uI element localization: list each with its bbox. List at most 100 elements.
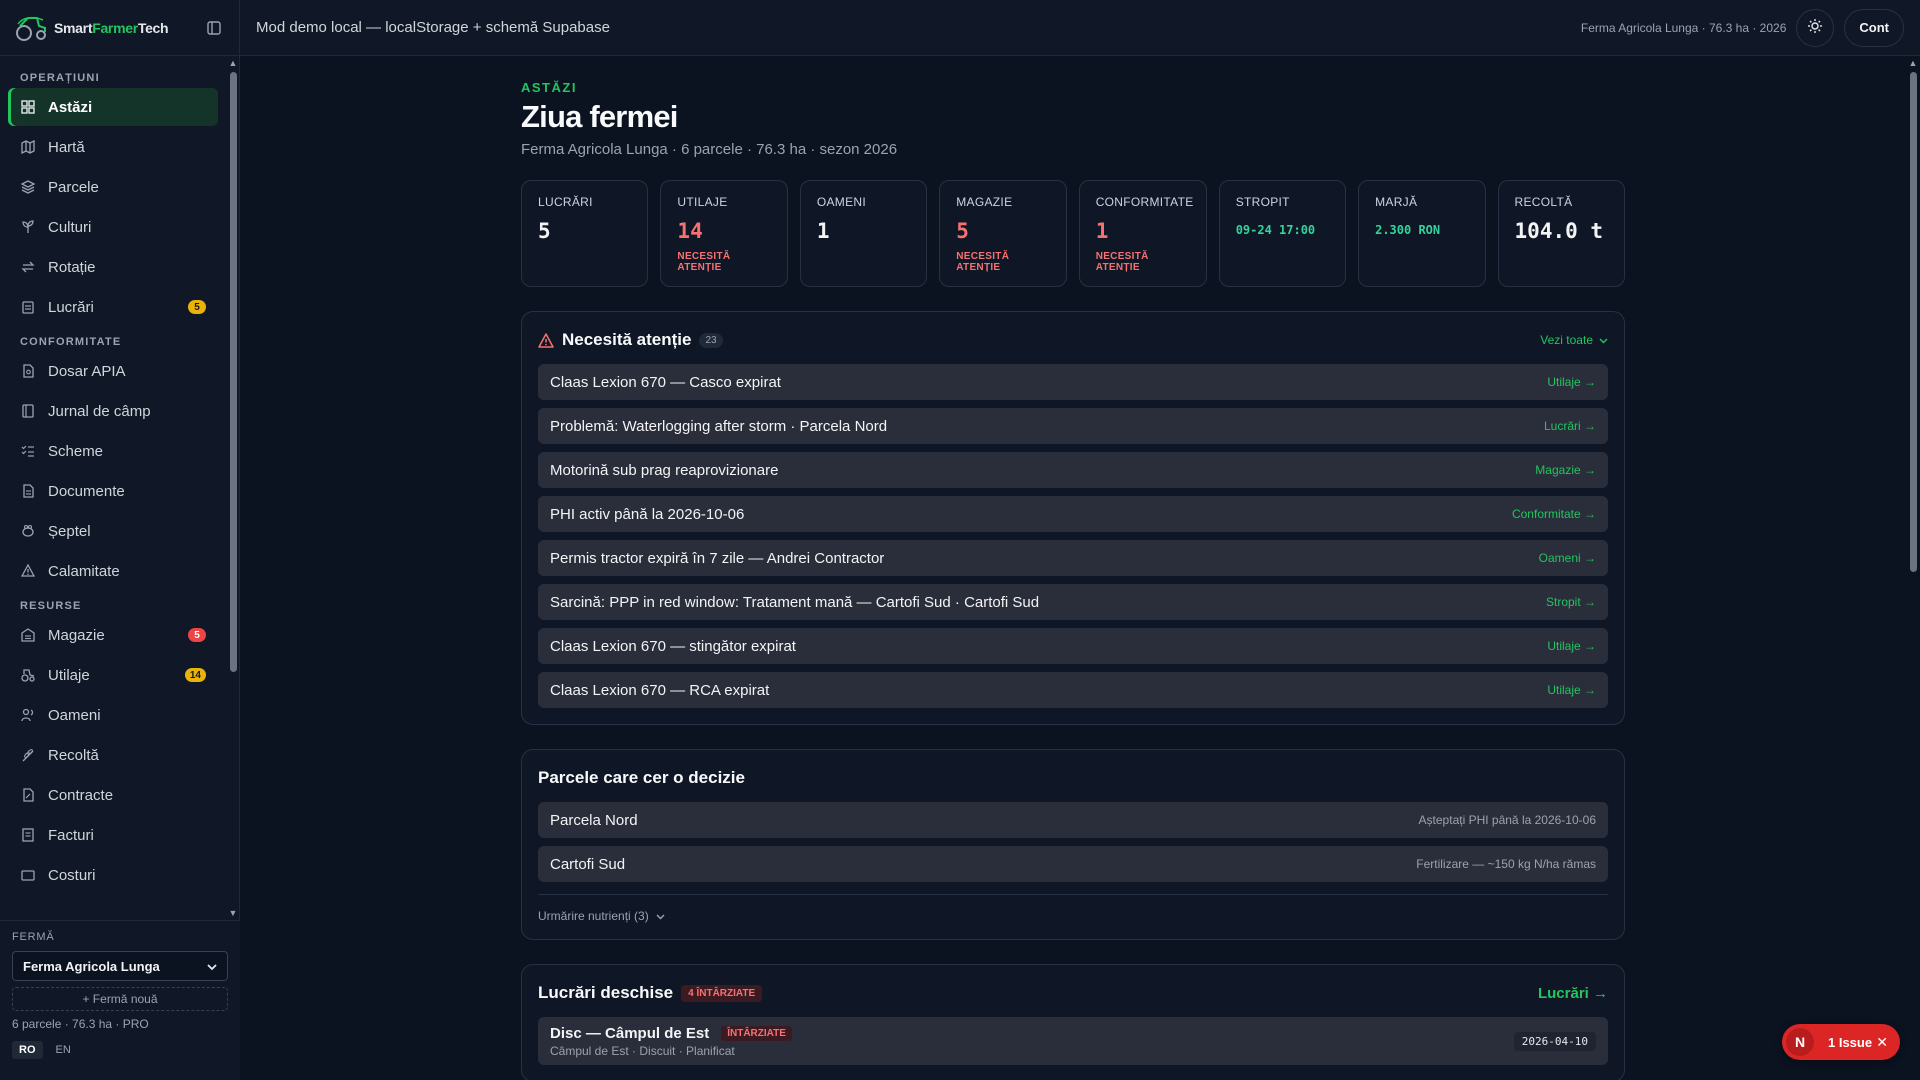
nutrient-tracking-toggle[interactable]: Urmărire nutrienți (3) xyxy=(538,909,1608,923)
attention-card: Necesită atenție 23 Vezi toate Claas Lex… xyxy=(521,311,1625,725)
sidebar-item-label: Utilaje xyxy=(48,666,90,684)
page-subtitle: Ferma Agricola Lunga · 6 parcele · 76.3 … xyxy=(521,141,898,158)
attention-item[interactable]: Claas Lexion 670 — Casco expirat Utilaje… xyxy=(538,364,1608,400)
sidebar-item-dosar-apia[interactable]: Dosar APIA xyxy=(8,352,218,390)
kpi-label: MARJĂ xyxy=(1375,195,1418,209)
farm-select[interactable]: Ferma Agricola Lunga xyxy=(12,951,228,981)
attention-item[interactable]: Sarcină: PPP in red window: Tratament ma… xyxy=(538,584,1608,620)
farm-select-value: Ferma Agricola Lunga xyxy=(23,958,160,974)
attention-item-link[interactable]: Utilaje → xyxy=(1547,375,1596,389)
attention-item-text: Claas Lexion 670 — RCA expirat xyxy=(550,681,770,699)
see-all-label: Vezi toate xyxy=(1540,333,1593,347)
sidebar-item-facturi[interactable]: Facturi xyxy=(8,816,218,854)
open-work-card-title: Lucrări deschise xyxy=(538,983,674,1002)
chevron-down-icon xyxy=(652,909,665,923)
sidebar-item-lucrari[interactable]: Lucrări 5 xyxy=(8,288,218,326)
attention-item[interactable]: Claas Lexion 670 — RCA expirat Utilaje → xyxy=(538,672,1608,708)
sidebar-scrollbar[interactable]: ▲ ▼ xyxy=(226,56,240,920)
attention-item-link[interactable]: Magazie → xyxy=(1535,463,1596,477)
sidebar-item-culturi[interactable]: Culturi xyxy=(8,208,218,246)
scroll-up-icon[interactable]: ▲ xyxy=(226,56,240,70)
kpi-card-utilaje[interactable]: UTILAJE 14 NECESITĂ ATENȚIE xyxy=(660,180,788,287)
sidebar-item-utilaje[interactable]: Utilaje 14 xyxy=(8,656,218,694)
scrollbar-thumb[interactable] xyxy=(1909,72,1917,572)
decision-item[interactable]: Parcela Nord Așteptați PHI până la 2026-… xyxy=(538,802,1608,838)
nav-section-label: RESURSE xyxy=(20,600,82,612)
open-work-link[interactable]: Lucrări → xyxy=(1538,985,1608,1002)
theme-toggle-button[interactable] xyxy=(1796,8,1835,47)
file-icon xyxy=(20,363,36,379)
topbar-farm-info: Ferma Agricola Lunga · 76.3 ha · 2026 xyxy=(1580,20,1787,35)
scroll-down-icon[interactable]: ▼ xyxy=(226,906,240,920)
sidebar-item-septel[interactable]: Șeptel xyxy=(8,512,218,550)
main-scrollbar[interactable]: ▲ xyxy=(1906,56,1920,1080)
language-switcher: RO EN xyxy=(12,1041,228,1059)
kpi-card-oameni[interactable]: OAMENI 1 xyxy=(799,180,928,287)
see-all-button[interactable]: Vezi toate xyxy=(1540,333,1608,347)
sidebar-item-recolta[interactable]: Recoltă xyxy=(8,736,218,774)
close-icon[interactable]: ✕ xyxy=(1876,1034,1888,1051)
account-button[interactable]: Cont xyxy=(1844,8,1904,47)
work-item[interactable]: Disc — Câmpul de Est ÎNTÂRZIATE Câmpul d… xyxy=(538,1017,1608,1065)
attention-item-text: Motorină sub prag reaprovizionare xyxy=(550,461,779,479)
attention-item-link[interactable]: Utilaje → xyxy=(1547,639,1596,653)
lang-ro-button[interactable]: RO xyxy=(12,1041,43,1059)
kpi-card-marja[interactable]: MARJĂ 2.300 RON xyxy=(1358,180,1486,287)
new-farm-button[interactable]: + Fermă nouă xyxy=(12,987,228,1011)
attention-item-text: PHI activ până la 2026-10-06 xyxy=(550,505,745,523)
attention-item[interactable]: PHI activ până la 2026-10-06 Conformitat… xyxy=(538,496,1608,532)
sidebar-item-label: Rotație xyxy=(48,258,96,276)
sidebar-item-astazi[interactable]: Astăzi xyxy=(8,88,218,126)
attention-item[interactable]: Permis tractor expiră în 7 zile — Andrei… xyxy=(538,540,1608,576)
kpi-value: 09-24 17:00 xyxy=(1235,223,1316,237)
sidebar-item-calamitate[interactable]: Calamitate xyxy=(8,552,218,590)
kpi-attention-note: NECESITĂ ATENȚIE xyxy=(956,251,1010,273)
decision-item-note: Așteptați PHI până la 2026-10-06 xyxy=(1418,813,1596,827)
sidebar-item-harta[interactable]: Hartă xyxy=(8,128,218,166)
map-icon xyxy=(20,139,36,155)
sidebar-item-oameni[interactable]: Oameni xyxy=(8,696,218,734)
decision-item[interactable]: Cartofi Sud Fertilizare — ~150 kg N/ha r… xyxy=(538,846,1608,882)
kpi-label: RECOLTĂ xyxy=(1514,195,1573,209)
decisions-card: Parcele care cer o decizie Parcela Nord … xyxy=(521,749,1625,940)
sidebar-item-label: Jurnal de câmp xyxy=(48,402,151,420)
attention-item[interactable]: Problemă: Waterlogging after storm · Par… xyxy=(538,408,1608,444)
issue-toast[interactable]: N 1 Issue ✕ xyxy=(1782,1024,1900,1060)
kpi-card-conformitate[interactable]: CONFORMITATE 1 NECESITĂ ATENȚIE xyxy=(1078,180,1207,287)
attention-item[interactable]: Claas Lexion 670 — stingător expirat Uti… xyxy=(538,628,1608,664)
kpi-card-lucrari[interactable]: LUCRĂRI 5 xyxy=(521,180,649,287)
contract-icon xyxy=(20,787,36,803)
sidebar-item-documente[interactable]: Documente xyxy=(8,472,218,510)
sidebar-item-magazie[interactable]: Magazie 5 xyxy=(8,616,218,654)
kpi-value: 1 xyxy=(816,219,830,243)
attention-item-link[interactable]: Oameni → xyxy=(1539,551,1596,565)
chevron-down-icon xyxy=(207,959,217,974)
sidebar-collapse-icon[interactable] xyxy=(203,17,225,39)
sidebar-item-contracte[interactable]: Contracte xyxy=(8,776,218,814)
page-eyebrow: ASTĂZI xyxy=(521,80,577,95)
scrollbar-thumb[interactable] xyxy=(229,72,237,672)
layers-icon xyxy=(20,179,36,195)
attention-item[interactable]: Motorină sub prag reaprovizionare Magazi… xyxy=(538,452,1608,488)
scroll-up-icon[interactable]: ▲ xyxy=(1906,56,1920,70)
attention-item-link[interactable]: Lucrări → xyxy=(1544,419,1596,433)
lang-en-button[interactable]: EN xyxy=(49,1041,78,1059)
wheat-icon xyxy=(20,747,36,763)
sidebar-item-label: Oameni xyxy=(48,706,101,724)
attention-item-link[interactable]: Conformitate → xyxy=(1512,507,1596,521)
work-item-date: 2026-04-10 xyxy=(1513,1031,1596,1051)
kpi-label: CONFORMITATE xyxy=(1095,195,1194,209)
sidebar-item-scheme[interactable]: Scheme xyxy=(8,432,218,470)
sidebar-item-label: Calamitate xyxy=(48,562,120,580)
sidebar-item-label: Recoltă xyxy=(48,746,99,764)
sidebar-item-jurnal[interactable]: Jurnal de câmp xyxy=(8,392,218,430)
kpi-card-magazie[interactable]: MAGAZIE 5 NECESITĂ ATENȚIE xyxy=(939,180,1067,287)
attention-item-link[interactable]: Utilaje → xyxy=(1547,683,1596,697)
sidebar-item-parcele[interactable]: Parcele xyxy=(8,168,218,206)
attention-item-link[interactable]: Stropit → xyxy=(1546,595,1596,609)
sidebar-item-costuri[interactable]: Costuri xyxy=(8,856,218,894)
kpi-card-recolta[interactable]: RECOLTĂ 104.0 t xyxy=(1497,180,1625,287)
kpi-card-stropit[interactable]: STROPIT 09-24 17:00 xyxy=(1218,180,1347,287)
kpi-attention-note: NECESITĂ ATENȚIE xyxy=(677,251,731,273)
sidebar-item-rotatie[interactable]: Rotație xyxy=(8,248,218,286)
